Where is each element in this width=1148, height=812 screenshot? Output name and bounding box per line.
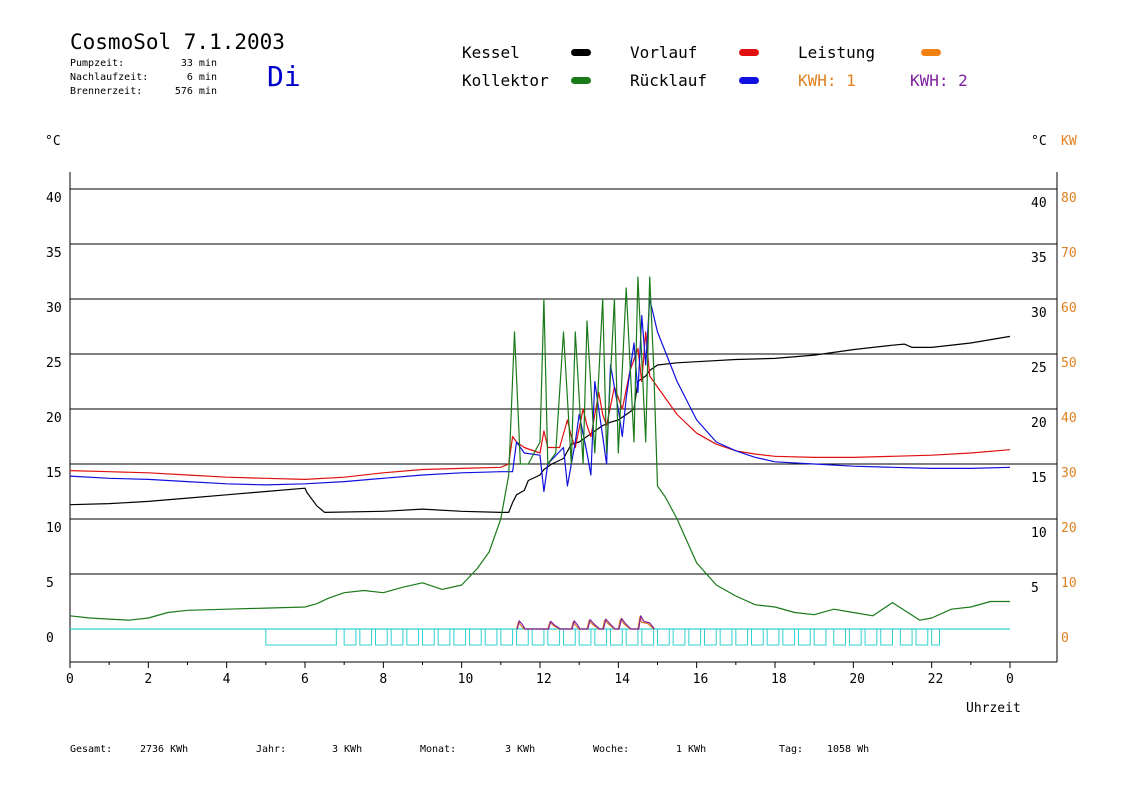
- series-line-3: [69, 276, 1010, 621]
- burner-period-box: [437, 628, 451, 646]
- burner-period-box: [406, 628, 420, 646]
- burner-period-box: [719, 628, 733, 646]
- y-tick-label-left: 40: [46, 191, 62, 206]
- footer-jahr-label: Jahr:: [256, 744, 287, 755]
- y-tick-label-right: 15: [1031, 471, 1047, 486]
- y2-tick-label: 20: [1061, 521, 1077, 536]
- burner-period-box: [578, 628, 592, 646]
- y-tick-label-right: 20: [1031, 416, 1047, 431]
- series-line-2: [69, 298, 1011, 493]
- y-tick-label-right: 40: [1031, 196, 1047, 211]
- burner-period-box: [782, 628, 796, 646]
- burner-period-box: [751, 628, 764, 646]
- burner-period-box: [915, 628, 929, 646]
- y2-tick-label: 40: [1061, 411, 1077, 426]
- y-tick-label-left: 0: [46, 631, 54, 646]
- footer-jahr-value: 3 KWh: [332, 744, 363, 755]
- y2-tick-label: 80: [1061, 191, 1077, 206]
- y-tick-label-left: 5: [46, 576, 54, 591]
- burner-period-box: [453, 628, 467, 646]
- y2-tick-label: 30: [1061, 466, 1077, 481]
- y-tick-label-left: 25: [46, 356, 62, 371]
- burner-period-box: [766, 628, 780, 646]
- burner-period-box: [704, 628, 717, 646]
- x-tick-label: 16: [693, 672, 709, 687]
- burner-period-box: [375, 628, 388, 646]
- y2-tick-label: 10: [1061, 576, 1077, 591]
- y-tick-label-left: 10: [46, 521, 62, 536]
- burner-period-box: [672, 628, 686, 646]
- burner-period-box: [625, 628, 639, 646]
- burner-period-box: [343, 628, 357, 646]
- footer-tag-label: Tag:: [779, 744, 804, 755]
- burner-period-box: [359, 628, 373, 646]
- y-tick-label-left: 20: [46, 411, 62, 426]
- burner-period-box: [880, 628, 893, 646]
- footer-woche-label: Woche:: [593, 744, 630, 755]
- burner-period-box: [833, 628, 846, 646]
- footer-tag-value: 1058 Wh: [827, 744, 870, 755]
- x-tick-label: 12: [536, 672, 552, 687]
- burner-period-box: [657, 628, 670, 646]
- burner-period-box: [547, 628, 561, 646]
- burner-period-box: [848, 628, 862, 646]
- y2-tick-label: 70: [1061, 246, 1077, 261]
- y-tick-label-right: 5: [1031, 581, 1039, 596]
- burner-period-box: [931, 628, 941, 646]
- x-tick-label: 0: [1006, 672, 1014, 687]
- x-tick-label: 22: [928, 672, 944, 687]
- footer-monat-label: Monat:: [420, 744, 457, 755]
- x-tick-label: 6: [301, 672, 309, 687]
- y-tick-label-left: 30: [46, 301, 62, 316]
- y-tick-label-right: 35: [1031, 251, 1047, 266]
- y2-tick-label: 0: [1061, 631, 1069, 646]
- footer-gesamt-label: Gesamt:: [70, 744, 113, 755]
- burner-period-box: [899, 628, 913, 646]
- burner-period-box: [265, 628, 337, 646]
- y-tick-label-right: 30: [1031, 306, 1047, 321]
- footer-woche-value: 1 KWh: [676, 744, 707, 755]
- burner-period-box: [531, 628, 545, 646]
- y2-tick-label: 50: [1061, 356, 1077, 371]
- burner-period-box: [563, 628, 576, 646]
- footer-monat-value: 3 KWh: [505, 744, 536, 755]
- burner-period-box: [390, 628, 404, 646]
- burner-period-box: [798, 628, 811, 646]
- x-tick-label: 0: [66, 672, 74, 687]
- burner-period-box: [422, 628, 435, 646]
- y-tick-label-left: 35: [46, 246, 62, 261]
- burner-period-box: [813, 628, 827, 646]
- burner-period-box: [594, 628, 608, 646]
- y2-tick-label: 60: [1061, 301, 1077, 316]
- burner-period-box: [864, 628, 878, 646]
- x-tick-label: 4: [223, 672, 231, 687]
- x-tick-label: 10: [458, 672, 474, 687]
- footer-gesamt-value: 2736 KWh: [140, 744, 189, 755]
- burner-period-box: [641, 628, 655, 646]
- y-tick-label-right: 25: [1031, 361, 1047, 376]
- x-tick-label: 20: [849, 672, 865, 687]
- x-tick-label: 14: [614, 672, 630, 687]
- burner-period-box: [688, 628, 702, 646]
- x-tick-label: 18: [771, 672, 787, 687]
- burner-period-box: [516, 628, 529, 646]
- y-tick-label-left: 15: [46, 466, 62, 481]
- series-line-5: [516, 615, 655, 630]
- series-line-4: [515, 616, 655, 630]
- burner-period-box: [500, 628, 514, 646]
- temperature-chart: 0510152025303540510152025303540010203040…: [46, 172, 1077, 687]
- burner-period-box: [484, 628, 498, 646]
- burner-period-box: [469, 628, 482, 646]
- x-tick-label: 8: [379, 672, 387, 687]
- y-tick-label-right: 10: [1031, 526, 1047, 541]
- burner-period-box: [735, 628, 749, 646]
- x-tick-label: 2: [144, 672, 152, 687]
- burner-period-box: [610, 628, 623, 646]
